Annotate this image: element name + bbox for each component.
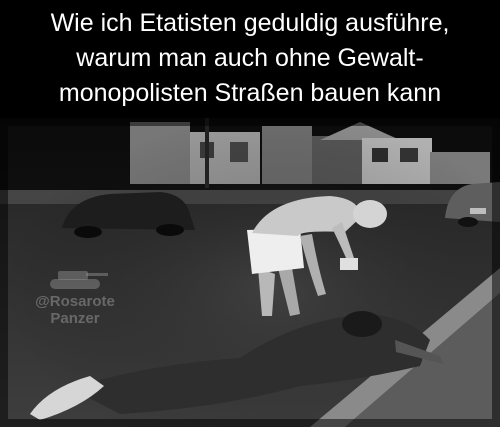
watermark-name: Panzer — [50, 310, 100, 327]
meme-image: Wie ich Etatisten geduldig ausführe, war… — [0, 0, 500, 427]
caption-line-3: monopolisten Straßen bauen kann — [58, 79, 442, 107]
meme-caption: Wie ich Etatisten geduldig ausführe, war… — [0, 0, 500, 118]
watermark: @Rosarote Panzer — [20, 263, 130, 333]
caption-line-2: warum man auch ohne Gewalt- — [76, 44, 424, 72]
watermark-handle: @Rosarote — [35, 293, 115, 310]
caption-line-1: Wie ich Etatisten geduldig ausführe, — [50, 9, 450, 37]
tank-icon — [50, 271, 108, 289]
